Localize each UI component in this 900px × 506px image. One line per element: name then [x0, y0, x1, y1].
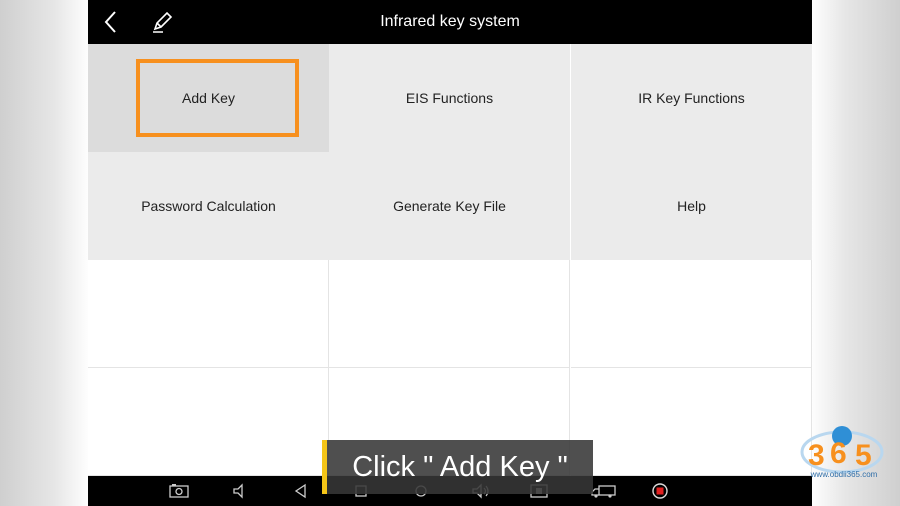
empty-cell — [571, 368, 812, 476]
empty-cell — [571, 260, 812, 368]
volume-down-icon[interactable] — [231, 483, 251, 499]
menu-item-eis-functions[interactable]: EIS Functions — [329, 44, 570, 152]
record-icon[interactable] — [650, 483, 670, 499]
empty-cell — [329, 260, 570, 368]
top-bar: Infrared key system — [88, 0, 812, 44]
menu-item-label: EIS Functions — [405, 90, 494, 106]
menu-item-label: Add Key — [182, 90, 235, 106]
page-title: Infrared key system — [380, 13, 520, 30]
function-grid: Add Key EIS Functions IR Key Functions P… — [88, 44, 812, 476]
app-screen: Infrared key system Add Key EIS Function… — [88, 0, 812, 506]
svg-text:3: 3 — [808, 439, 825, 472]
camera-icon[interactable] — [169, 483, 189, 499]
watermark-url: www.obdii365.com — [810, 470, 878, 479]
empty-cell — [88, 368, 329, 476]
tutorial-caption: Click " Add Key " — [322, 440, 593, 494]
menu-item-label: Password Calculation — [141, 198, 276, 214]
menu-item-password-calculation[interactable]: Password Calculation — [88, 152, 329, 260]
empty-cell — [88, 260, 329, 368]
menu-item-add-key[interactable]: Add Key — [88, 44, 329, 152]
menu-item-ir-key-functions[interactable]: IR Key Functions — [571, 44, 812, 152]
menu-item-label: IR Key Functions — [638, 90, 745, 106]
svg-text:6: 6 — [830, 437, 847, 470]
menu-item-generate-key-file[interactable]: Generate Key File — [329, 152, 570, 260]
svg-text:5: 5 — [855, 439, 872, 472]
menu-item-help[interactable]: Help — [571, 152, 812, 260]
menu-item-label: Help — [677, 198, 706, 214]
truck-icon[interactable] — [591, 483, 617, 499]
back-triangle-icon[interactable] — [291, 483, 311, 499]
menu-item-label: Generate Key File — [393, 198, 506, 214]
